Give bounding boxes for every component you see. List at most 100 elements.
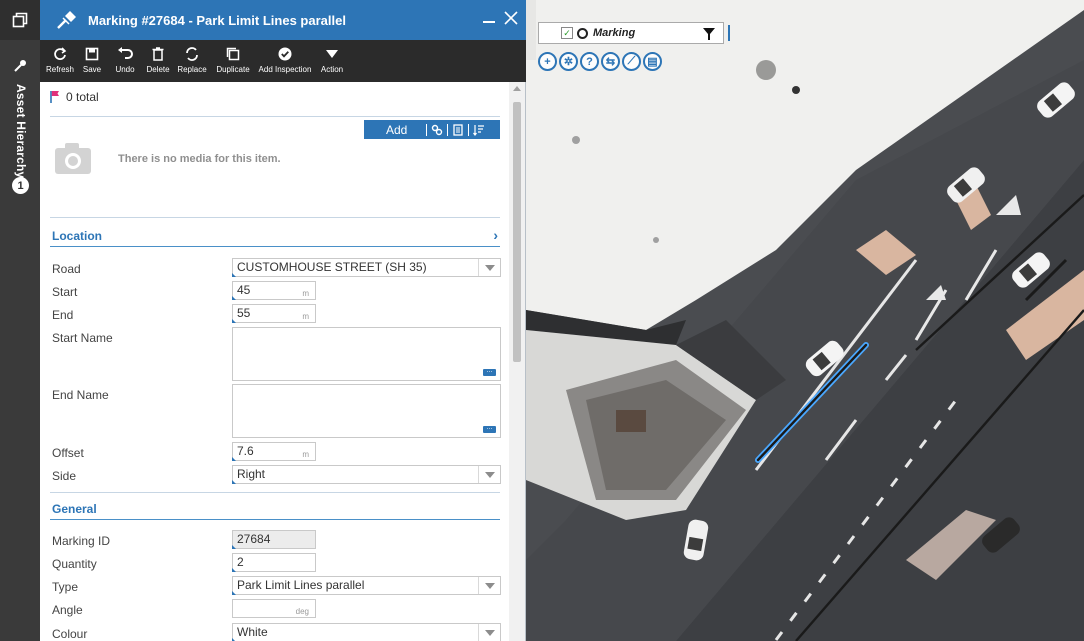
refresh-icon	[53, 45, 67, 63]
required-marker	[232, 545, 236, 549]
start-label: Start	[52, 285, 78, 299]
action-label: Action	[320, 65, 344, 74]
chevron-down-icon[interactable]	[478, 577, 500, 594]
scroll-up-icon[interactable]	[513, 86, 521, 91]
brush-icon[interactable]	[0, 54, 40, 78]
end-input[interactable]: 55 m	[232, 304, 316, 323]
side-value: Right	[237, 467, 266, 481]
type-select[interactable]: Park Limit Lines parallel	[232, 576, 501, 595]
divider	[50, 492, 500, 493]
delete-button[interactable]: Delete	[142, 40, 174, 74]
camera-icon	[53, 140, 93, 180]
help-icon[interactable]: ?	[580, 52, 599, 71]
link-icon[interactable]	[430, 123, 444, 137]
zoom-in-icon[interactable]: +	[538, 52, 557, 71]
panel-titlebar: Marking #27684 - Park Limit Lines parall…	[40, 0, 526, 40]
chevron-down-icon[interactable]	[478, 624, 500, 641]
offset-unit: m	[302, 450, 309, 459]
refresh-button[interactable]: Refresh	[44, 40, 76, 74]
required-marker	[232, 319, 236, 323]
colour-select[interactable]: White	[232, 623, 501, 641]
more-icon[interactable]: ...	[483, 424, 496, 433]
quantity-input[interactable]: 2	[232, 553, 316, 572]
marking-id-field: 27684	[232, 530, 316, 549]
angle-label: Angle	[52, 603, 83, 617]
print-icon[interactable]: ▤	[643, 52, 662, 71]
start-value: 45	[237, 283, 251, 297]
filter-icon[interactable]	[703, 27, 715, 45]
action-button[interactable]: Action	[314, 40, 350, 74]
end-label: End	[52, 308, 74, 322]
save-button[interactable]: Save	[76, 40, 108, 74]
start-unit: m	[302, 289, 309, 298]
panel-scrollbar[interactable]	[509, 82, 525, 641]
save-label: Save	[82, 65, 102, 74]
required-marker	[232, 568, 236, 572]
text-cursor	[728, 25, 730, 41]
panel-toolbar: Refresh Save Undo Delete Replace Duplica…	[40, 40, 526, 82]
layers-icon[interactable]: ⇆	[601, 52, 620, 71]
layer-checkbox[interactable]: ✓	[561, 27, 573, 39]
media-toolbar: Add	[364, 120, 500, 139]
end-name-textarea[interactable]: ...	[232, 384, 501, 438]
asset-hierarchy-count-badge: 1	[12, 177, 29, 194]
start-input[interactable]: 45 m	[232, 281, 316, 300]
close-icon[interactable]	[502, 9, 520, 27]
end-name-label: End Name	[52, 388, 109, 402]
document-icon[interactable]	[451, 123, 465, 137]
divider	[447, 123, 449, 136]
window-toggle-icon[interactable]	[0, 0, 40, 40]
offset-input[interactable]: 7.6 m	[232, 442, 316, 461]
app-window: Asset Hierarchy 1 Marking #27684 - Park …	[0, 0, 1084, 641]
flag-icon	[50, 91, 59, 103]
layer-selector[interactable]: ✓ Marking	[538, 22, 724, 44]
asset-hierarchy-label: Asset Hierarchy	[14, 84, 28, 179]
check-circle-icon	[278, 45, 292, 63]
replace-label: Replace	[177, 65, 207, 74]
no-media-message: There is no media for this item.	[118, 153, 281, 165]
undo-button[interactable]: Undo	[108, 40, 142, 74]
general-section-header[interactable]: General	[50, 496, 500, 520]
required-marker	[232, 273, 236, 277]
scroll-thumb[interactable]	[513, 102, 521, 362]
replace-button[interactable]: Replace	[174, 40, 210, 74]
location-section-header[interactable]: Location ›	[50, 223, 500, 247]
chevron-right-icon[interactable]: ›	[493, 227, 498, 243]
quantity-label: Quantity	[52, 557, 97, 571]
caret-down-icon	[325, 45, 339, 63]
required-marker	[232, 480, 236, 484]
general-section-title: General	[52, 502, 97, 516]
flags-total: 0 total	[66, 90, 99, 104]
angle-input[interactable]: deg	[232, 599, 316, 618]
more-icon[interactable]: ...	[483, 367, 496, 376]
flags-summary[interactable]: 0 total	[50, 90, 99, 104]
start-name-textarea[interactable]: ...	[232, 327, 501, 381]
replace-icon	[185, 45, 199, 63]
side-select[interactable]: Right	[232, 465, 501, 484]
offset-value: 7.6	[237, 444, 254, 458]
brush-icon	[54, 8, 78, 32]
chevron-down-icon[interactable]	[478, 466, 500, 483]
colour-label: Colour	[52, 627, 88, 641]
angle-unit: deg	[295, 607, 309, 616]
road-select[interactable]: CUSTOMHOUSE STREET (SH 35)	[232, 258, 501, 277]
sort-icon[interactable]	[472, 123, 486, 137]
add-media-button[interactable]: Add	[386, 123, 407, 137]
minimize-icon[interactable]	[480, 9, 498, 27]
settings-icon[interactable]: ✲	[559, 52, 578, 71]
layer-radio[interactable]	[577, 27, 588, 39]
add-inspection-button[interactable]: Add Inspection	[256, 40, 314, 74]
chevron-down-icon[interactable]	[478, 259, 500, 276]
measure-icon[interactable]: ⟋	[622, 52, 641, 71]
layer-name: Marking	[593, 27, 636, 39]
duplicate-button[interactable]: Duplicate	[210, 40, 256, 74]
side-label: Side	[52, 469, 77, 483]
aerial-map[interactable]	[526, 0, 1084, 641]
required-marker	[232, 296, 236, 300]
asset-hierarchy-tab[interactable]: Asset Hierarchy	[10, 84, 30, 178]
divider	[50, 217, 500, 218]
trash-icon	[152, 45, 164, 63]
save-icon	[85, 45, 99, 63]
type-value: Park Limit Lines parallel	[237, 578, 365, 592]
type-label: Type	[52, 580, 79, 594]
